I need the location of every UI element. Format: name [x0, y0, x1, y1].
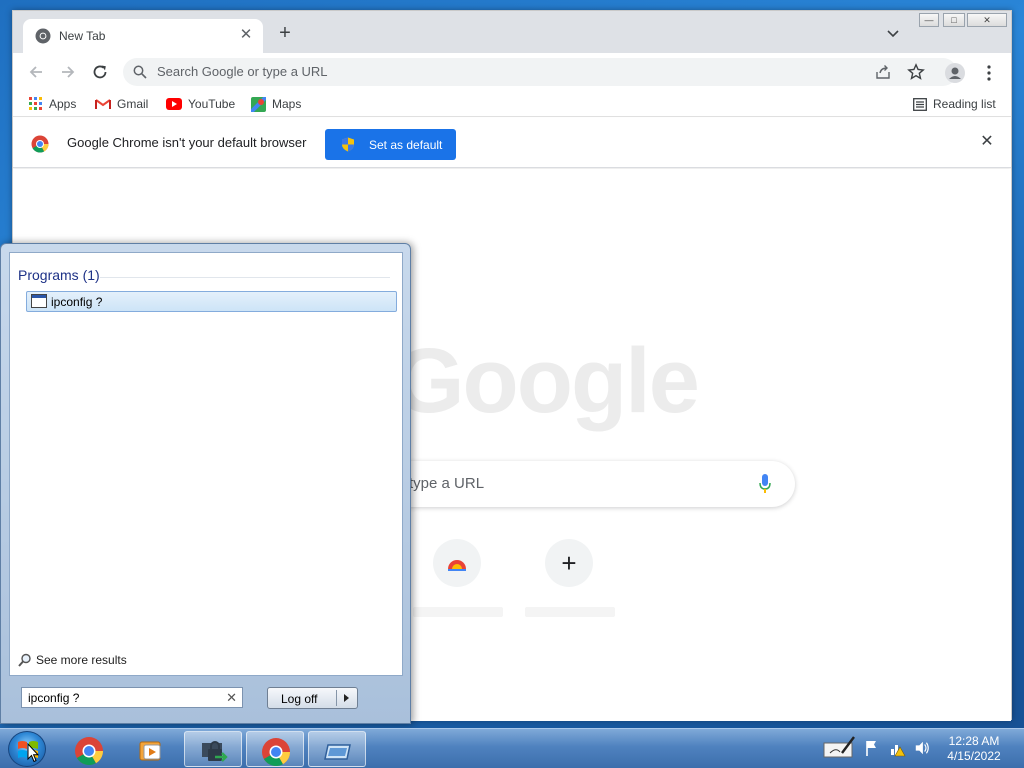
reading-list-icon [913, 97, 927, 111]
taskbar: 12:28 AM 4/15/2022 [0, 728, 1024, 768]
bookmark-maps[interactable]: Maps [251, 95, 301, 113]
media-player-icon [139, 741, 161, 761]
tab-close-button[interactable]: ✕ [237, 26, 255, 44]
uac-shield-icon [342, 137, 354, 152]
reading-list-button[interactable]: Reading list [913, 95, 996, 113]
chrome-logo-icon [31, 135, 49, 153]
network-warning-icon[interactable] [890, 739, 906, 757]
bookmark-youtube[interactable]: YouTube [166, 95, 235, 113]
log-off-label: Log off [281, 692, 318, 706]
taskbar-chrome-button[interactable] [60, 731, 118, 767]
gmail-icon [95, 99, 111, 109]
set-as-default-label: Set as default [369, 138, 443, 152]
maps-icon [251, 96, 266, 112]
microphone-icon[interactable] [759, 474, 771, 494]
restore-button[interactable]: □ [943, 13, 965, 27]
bookmark-star-icon[interactable] [907, 63, 925, 81]
bookmark-label: Gmail [117, 97, 149, 111]
shutdown-options-arrow-icon[interactable] [344, 694, 349, 702]
bookmark-gmail[interactable]: Gmail [95, 95, 148, 113]
log-off-divider [336, 690, 337, 706]
apps-grid-icon [29, 97, 42, 110]
clock-date: 4/15/2022 [947, 749, 1001, 763]
default-browser-infobar: Google Chrome isn't your default browser… [13, 118, 1011, 168]
chrome-icon [262, 738, 290, 766]
infobar-message: Google Chrome isn't your default browser [67, 135, 307, 150]
reload-icon[interactable] [90, 62, 110, 82]
bookmark-label: Apps [49, 97, 77, 111]
browser-toolbar: Search Google or type a URL [13, 53, 1011, 91]
program-result-item[interactable]: ipconfig ? [26, 291, 397, 312]
see-more-label: See more results [36, 653, 127, 667]
google-logo: Google [393, 330, 700, 432]
bookmark-label: YouTube [188, 97, 236, 111]
reading-list-label: Reading list [933, 97, 996, 111]
ntp-search-placeholder: type a URL [409, 475, 485, 492]
menu-dots-icon[interactable] [981, 63, 997, 83]
log-off-button[interactable]: Log off [267, 687, 358, 709]
tab-new-tab[interactable]: New Tab ✕ [23, 19, 263, 53]
tab-title: New Tab [59, 29, 106, 43]
person-icon [949, 67, 961, 79]
mouse-cursor-icon [27, 743, 39, 763]
console-program-icon [31, 294, 47, 308]
pen-input-icon[interactable] [822, 735, 856, 761]
clock-time: 12:28 AM [948, 734, 1000, 748]
web-store-icon [448, 560, 466, 571]
window-icon [324, 744, 351, 760]
add-shortcut-symbol: + [561, 548, 577, 578]
start-menu: Programs (1) ipconfig ? See more results… [0, 243, 411, 724]
program-result-label: ipconfig ? [51, 295, 103, 309]
back-arrow-icon[interactable] [26, 62, 46, 82]
add-shortcut-button[interactable]: + [545, 539, 593, 587]
bookmarks-bar: Apps Gmail YouTube Maps Reading list [13, 91, 1011, 117]
start-search-value: ipconfig ? [28, 691, 80, 705]
taskbar-media-player-button[interactable] [122, 731, 180, 767]
address-placeholder: Search Google or type a URL [157, 64, 328, 79]
chrome-favicon-icon [35, 28, 51, 44]
search-results-panel: Programs (1) ipconfig ? See more results [9, 252, 403, 676]
minimize-button[interactable]: — [919, 13, 939, 27]
set-as-default-button[interactable]: Set as default [325, 129, 456, 160]
shortcut-tile[interactable] [433, 539, 481, 587]
see-more-results-link[interactable]: See more results [18, 653, 127, 667]
infobar-close-button[interactable]: ✕ [979, 134, 995, 150]
shortcut-label [413, 607, 503, 617]
chrome-icon [75, 737, 103, 765]
tab-strip: New Tab ✕ + — □ ✕ [13, 11, 1011, 53]
new-tab-button[interactable]: + [275, 23, 295, 43]
bookmark-label: Maps [272, 97, 302, 111]
forward-arrow-icon[interactable] [58, 62, 78, 82]
window-close-button[interactable]: ✕ [967, 13, 1007, 27]
magnifier-icon [18, 653, 31, 667]
taskbar-window-button[interactable] [308, 731, 366, 767]
taskbar-chrome-active-button[interactable] [246, 731, 304, 767]
profile-avatar[interactable] [945, 63, 965, 83]
volume-icon[interactable] [914, 739, 930, 757]
start-search-input[interactable]: ipconfig ? ✕ [21, 687, 243, 708]
search-icon [133, 65, 147, 79]
clear-search-button[interactable]: ✕ [226, 690, 237, 706]
tab-search-chevron-icon[interactable] [885, 26, 901, 42]
address-bar[interactable]: Search Google or type a URL [123, 58, 957, 86]
bookmark-apps[interactable]: Apps [29, 95, 76, 113]
header-divider [100, 277, 390, 278]
youtube-icon [166, 98, 182, 110]
system-clock[interactable]: 12:28 AM 4/15/2022 [938, 734, 1010, 764]
vpn-lock-icon [202, 741, 228, 762]
programs-header: Programs (1) [18, 267, 100, 283]
add-shortcut-label [525, 607, 615, 617]
taskbar-vpn-button[interactable] [184, 731, 242, 767]
share-icon[interactable] [875, 64, 891, 80]
action-center-flag-icon[interactable] [864, 739, 880, 757]
